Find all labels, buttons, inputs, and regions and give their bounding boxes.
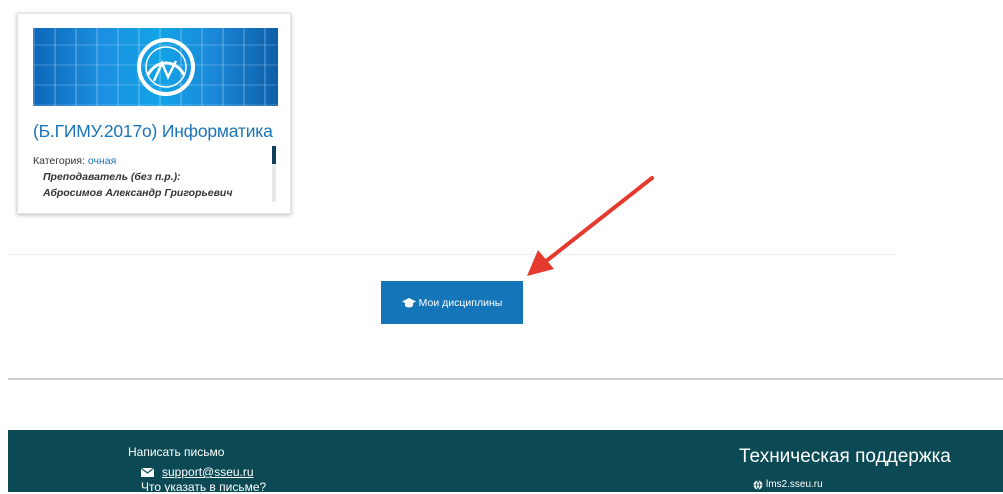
my-courses-button[interactable]: Мои дисциплины (381, 281, 523, 324)
footer: Написать письмо support@sseu.ru Что указ… (8, 430, 1003, 494)
site-row[interactable]: lms2.sseu.ru (753, 479, 823, 490)
site-link[interactable]: lms2.sseu.ru (766, 479, 823, 490)
course-image[interactable] (33, 28, 278, 106)
course-meta: Категория: очная Преподаватель (без п.р.… (33, 153, 273, 201)
card-scrollbar[interactable] (272, 146, 276, 202)
category-label: Категория: (33, 155, 88, 167)
course-card[interactable]: (Б.ГИМУ.2017о) Информатика Категория: оч… (17, 13, 291, 214)
scrollbar-thumb[interactable] (272, 146, 276, 164)
teacher-role: Преподаватель (без п.р.): (43, 171, 181, 183)
envelope-icon (141, 467, 154, 477)
teacher-name: Абросимов Александр Григорьевич (43, 187, 233, 199)
course-category: Категория: очная (33, 153, 273, 169)
email-row: support@sseu.ru (141, 465, 254, 479)
globe-icon (753, 479, 763, 490)
graduation-cap-icon (401, 297, 416, 307)
my-courses-label: Мои дисциплины (418, 296, 503, 309)
write-letter-heading: Написать письмо (128, 445, 225, 459)
support-email-link[interactable]: support@sseu.ru (162, 465, 254, 479)
tech-support-heading: Техническая поддержка (739, 446, 951, 467)
footer-divider (8, 378, 1003, 380)
category-link[interactable]: очная (88, 155, 116, 167)
content-divider (8, 254, 897, 255)
university-logo (137, 38, 195, 96)
course-title-link[interactable]: (Б.ГИМУ.2017о) Информатика (33, 121, 273, 142)
